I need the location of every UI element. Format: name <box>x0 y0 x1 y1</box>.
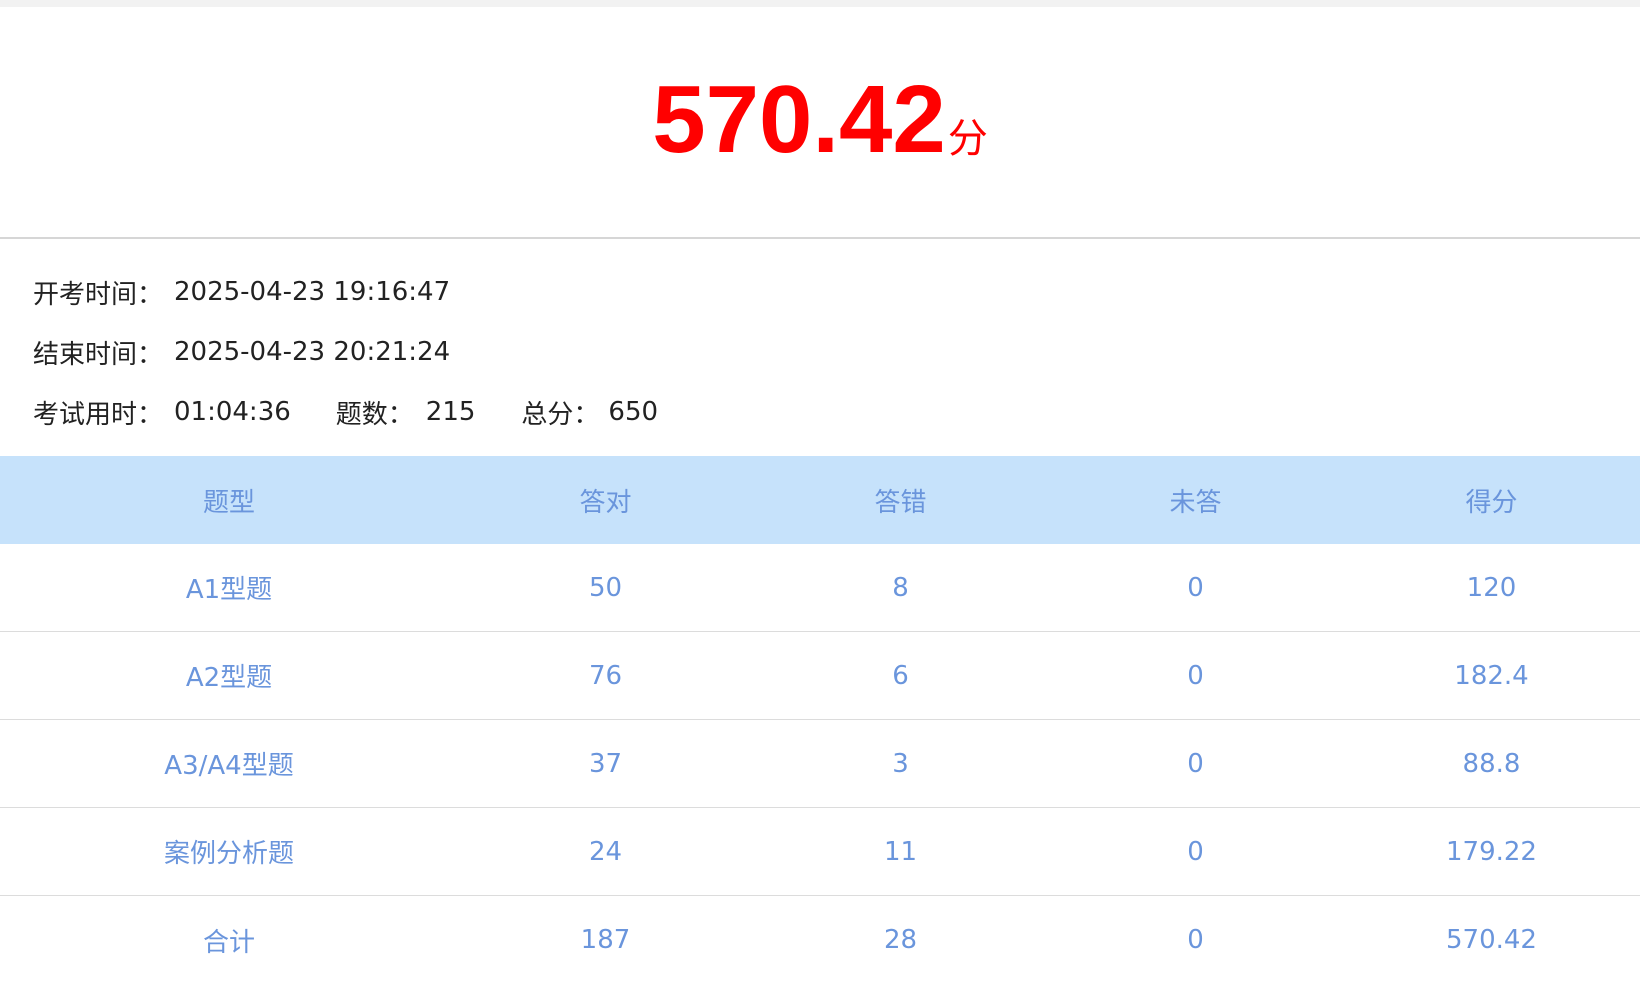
cell-unanswered: 0 <box>1187 660 1204 691</box>
cell-type: 合计 <box>202 927 255 958</box>
cell-unanswered: 0 <box>1187 748 1204 779</box>
start-time-row: 开考时间： 2025-04-23 19:16:47 <box>33 262 1613 322</box>
cell-wrong: 3 <box>892 748 909 779</box>
cell-wrong: 6 <box>892 660 909 691</box>
cell-unanswered: 0 <box>1187 836 1204 867</box>
cell-wrong: 28 <box>883 925 918 955</box>
cell-type: A1型题 <box>185 575 273 605</box>
cell-score: 179.22 <box>1446 836 1537 867</box>
score-unit: 分 <box>947 116 988 162</box>
total-score-value: 650 <box>608 397 659 427</box>
total-score-label: 总分： <box>521 399 600 430</box>
cell-wrong: 11 <box>883 836 918 867</box>
header-cell-unanswered: 未答 <box>1169 487 1222 518</box>
cell-score: 120 <box>1466 572 1517 603</box>
cell-wrong: 8 <box>892 572 909 603</box>
cell-type: 案例分析题 <box>163 839 294 869</box>
duration-label: 考试用时： <box>33 399 164 430</box>
cell-correct: 50 <box>588 572 623 603</box>
score-table: 题型 答对 答错 未答 得分 A1型题 50 8 0 120 A2型题 76 6… <box>0 456 1640 984</box>
cell-score: 182.4 <box>1454 660 1529 691</box>
cell-correct: 37 <box>588 748 623 779</box>
summary-row: 考试用时： 01:04:36 题数： 215 总分： 650 <box>33 382 1613 442</box>
cell-score: 88.8 <box>1462 748 1521 779</box>
start-time-label: 开考时间： <box>33 279 164 310</box>
cell-correct: 187 <box>580 925 631 955</box>
table-row: A3/A4型题 37 3 0 88.8 <box>0 720 1640 808</box>
table-row: A2型题 76 6 0 182.4 <box>0 632 1640 720</box>
header-cell-score: 得分 <box>1465 487 1518 518</box>
cell-correct: 24 <box>588 836 623 867</box>
top-strip <box>0 0 1640 7</box>
score-panel: 570.42 分 <box>0 7 1640 239</box>
header-cell-correct: 答对 <box>579 487 632 518</box>
table-row: A1型题 50 8 0 120 <box>0 544 1640 632</box>
start-time-value: 2025-04-23 19:16:47 <box>174 277 451 307</box>
end-time-row: 结束时间： 2025-04-23 20:21:24 <box>33 322 1613 382</box>
exam-info: 开考时间： 2025-04-23 19:16:47 结束时间： 2025-04-… <box>33 262 1613 442</box>
cell-score: 570.42 <box>1446 925 1537 955</box>
cell-unanswered: 0 <box>1187 572 1204 603</box>
question-count-label: 题数： <box>335 399 414 430</box>
end-time-value: 2025-04-23 20:21:24 <box>174 337 451 367</box>
table-row: 案例分析题 24 11 0 179.22 <box>0 808 1640 896</box>
duration-value: 01:04:36 <box>174 397 291 427</box>
table-row-total: 合计 187 28 0 570.42 <box>0 896 1640 984</box>
cell-type: A3/A4型题 <box>164 751 294 781</box>
table-header: 题型 答对 答错 未答 得分 <box>0 456 1640 544</box>
score-display: 570.42 分 <box>652 65 988 175</box>
question-count-value: 215 <box>425 397 476 427</box>
header-cell-type: 题型 <box>202 487 255 518</box>
header-cell-wrong: 答错 <box>874 487 927 518</box>
cell-correct: 76 <box>588 660 623 691</box>
end-time-label: 结束时间： <box>33 339 164 370</box>
score-value: 570.42 <box>652 66 946 173</box>
cell-unanswered: 0 <box>1187 925 1204 955</box>
cell-type: A2型题 <box>185 663 273 693</box>
